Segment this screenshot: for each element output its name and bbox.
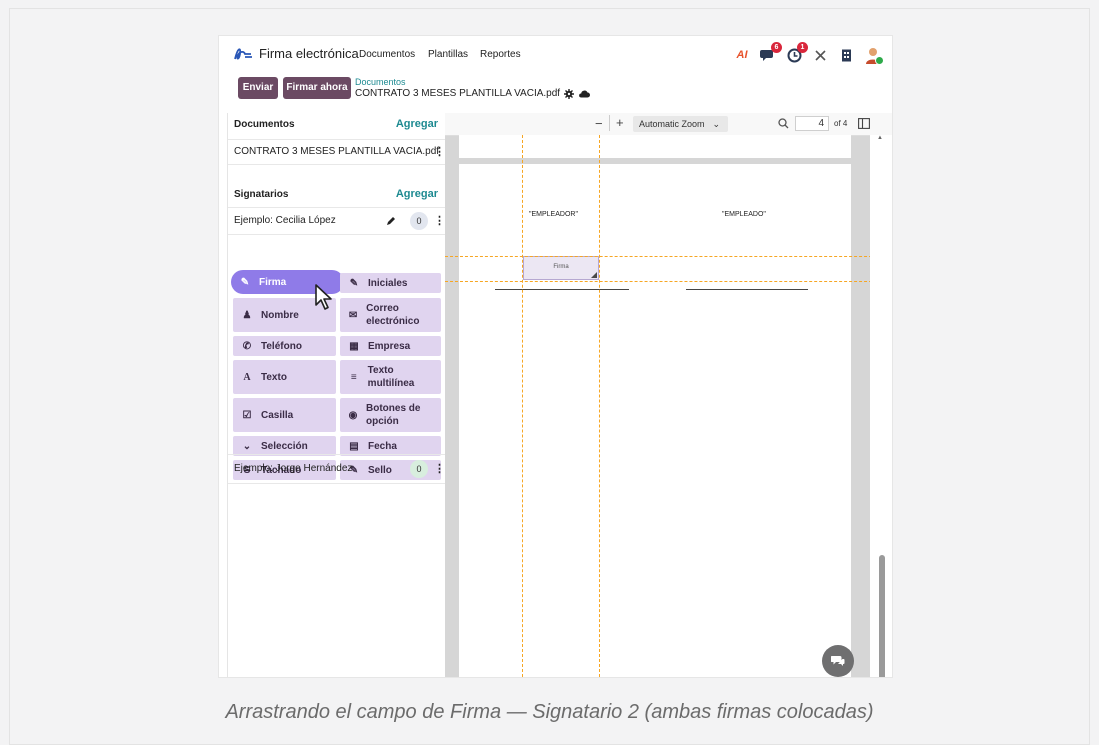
calendar-icon: ▤: [349, 440, 359, 452]
sidebar-toggle-icon[interactable]: [858, 118, 870, 129]
messages-icon[interactable]: 6: [760, 42, 782, 63]
page-text-empleador: "EMPLEADOR": [529, 211, 578, 218]
zoom-in-icon[interactable]: +: [616, 115, 624, 130]
document-name: CONTRATO 3 MESES PLANTILLA VACIA.pdf: [234, 146, 440, 157]
company-building-icon[interactable]: [838, 47, 854, 63]
search-icon[interactable]: [778, 118, 789, 129]
page-text-empleado: "EMPLEADO": [722, 211, 766, 218]
document-title: CONTRATO 3 MESES PLANTILLA VACIA.pdf: [355, 88, 561, 99]
ai-icon[interactable]: AI: [734, 47, 750, 63]
chevron-down-icon: ⌄: [712, 119, 720, 129]
breadcrumb-documents[interactable]: Documentos: [355, 77, 406, 87]
chat-icon: [831, 656, 845, 666]
page-count: of 4: [834, 119, 848, 128]
font-icon: A: [243, 371, 251, 383]
user-avatar[interactable]: [864, 46, 884, 65]
signers-header: Signatarios Agregar: [228, 183, 446, 207]
documents-header: Documentos Agregar: [228, 113, 446, 137]
signer-2-kebab-icon[interactable]: ⋮: [434, 462, 445, 475]
pencil-icon[interactable]: [386, 216, 396, 226]
field-iniciales[interactable]: ✎ Iniciales: [340, 273, 441, 293]
pdf-page-4: "EMPLEADOR" "EMPLEADO" Firma: [459, 164, 851, 677]
guide-horizontal-top: [445, 256, 892, 257]
signer-1-count: 0: [410, 212, 428, 230]
guide-vertical-right: [599, 135, 600, 677]
building-icon: ▦: [349, 340, 359, 352]
pdf-toolbar: − + Automatic Zoom ⌄ 4 of 4: [445, 113, 892, 136]
phone-icon: ✆: [242, 340, 252, 352]
pen-square-icon: ✎: [349, 277, 359, 289]
pdf-viewer: − + Automatic Zoom ⌄ 4 of 4 "EMPLEADOR" …: [445, 113, 892, 677]
menu-documentos[interactable]: Documentos: [359, 49, 415, 60]
field-texto-multilinea[interactable]: ≡ Texto multilínea: [340, 360, 441, 394]
viewer-scrollbar[interactable]: ▲: [870, 135, 892, 677]
menu-reportes[interactable]: Reportes: [480, 49, 521, 60]
document-kebab-icon[interactable]: ⋮: [434, 145, 445, 158]
user-icon: ♟: [242, 309, 252, 321]
signer-2-count: 0: [410, 460, 428, 478]
cloud-upload-icon[interactable]: [578, 89, 591, 98]
previous-page-bottom: [459, 135, 851, 158]
figure-caption: Arrastrando el campo de Firma — Signatar…: [225, 701, 874, 723]
guide-horizontal-bottom: [445, 281, 892, 282]
chevron-down-icon: ⌄: [242, 440, 252, 452]
add-signer-link[interactable]: Agregar: [396, 188, 438, 200]
app-name[interactable]: Firma electrónica: [259, 46, 359, 61]
resize-handle-icon[interactable]: [591, 272, 597, 278]
zoom-out-icon[interactable]: −: [595, 116, 603, 131]
breadcrumb-current: CONTRATO 3 MESES PLANTILLA VACIA.pdf: [355, 88, 591, 99]
sign-now-button[interactable]: Firmar ahora: [283, 77, 351, 99]
documents-title: Documentos: [234, 119, 295, 130]
field-botones-opcion[interactable]: ◉ Botones de opción: [340, 398, 441, 432]
drag-pointer-icon: [315, 284, 332, 310]
guide-vertical-left: [522, 135, 523, 677]
pen-square-icon: ✎: [240, 276, 250, 288]
navbar: Firma electrónica Documentos Plantillas …: [219, 36, 892, 74]
field-texto[interactable]: A Texto: [233, 360, 336, 394]
sign-side-panel: Documentos Agregar CONTRATO 3 MESES PLAN…: [227, 113, 447, 677]
sign-logo-icon[interactable]: [233, 45, 253, 63]
toolbar-divider: [609, 115, 610, 131]
signer-1-kebab-icon[interactable]: ⋮: [434, 214, 445, 227]
document-row[interactable]: CONTRATO 3 MESES PLANTILLA VACIA.pdf ⋮: [228, 139, 446, 165]
signer-row-2[interactable]: Ejemplo: Jorge Hernández 0 ⋮: [228, 454, 446, 484]
page-number-input[interactable]: 4: [795, 116, 829, 131]
scroll-up-icon[interactable]: ▲: [877, 135, 883, 141]
field-fecha[interactable]: ▤ Fecha: [340, 436, 441, 456]
signature-line-left: [495, 289, 629, 290]
checkbox-icon: ☑: [242, 409, 252, 421]
menu-plantillas[interactable]: Plantillas: [428, 49, 468, 60]
field-telefono[interactable]: ✆ Teléfono: [233, 336, 336, 356]
online-status-dot: [875, 56, 884, 65]
field-empresa[interactable]: ▦ Empresa: [340, 336, 441, 356]
signature-line-right: [686, 289, 808, 290]
signers-title: Signatarios: [234, 189, 289, 200]
send-button[interactable]: Enviar: [238, 77, 278, 99]
chat-button[interactable]: [822, 645, 854, 677]
gear-icon[interactable]: [564, 88, 575, 99]
systray: AI 6 1: [734, 42, 884, 66]
scrollbar-thumb[interactable]: [879, 555, 885, 677]
field-seleccion[interactable]: ⌄ Selección: [233, 436, 336, 456]
envelope-icon: ✉: [348, 309, 358, 321]
signer-1-name: Ejemplo: Cecilia López: [234, 215, 336, 226]
radio-icon: ◉: [348, 409, 358, 421]
activity-badge: 1: [797, 42, 808, 53]
add-document-link[interactable]: Agregar: [396, 118, 438, 130]
field-correo[interactable]: ✉ Correo electrónico: [340, 298, 441, 332]
messages-badge: 6: [771, 42, 782, 53]
activity-clock-icon[interactable]: 1: [786, 42, 808, 63]
align-justify-icon: ≡: [350, 371, 357, 383]
debug-tools-icon[interactable]: [812, 47, 828, 63]
placed-signature-field[interactable]: Firma: [523, 256, 599, 280]
signer-2-name: Ejemplo: Jorge Hernández: [234, 463, 353, 474]
field-casilla[interactable]: ☑ Casilla: [233, 398, 336, 432]
signer-row-1[interactable]: Ejemplo: Cecilia López 0 ⋮: [228, 207, 446, 235]
app-screenshot: Firma electrónica Documentos Plantillas …: [219, 36, 892, 677]
zoom-select[interactable]: Automatic Zoom ⌄: [633, 116, 728, 132]
